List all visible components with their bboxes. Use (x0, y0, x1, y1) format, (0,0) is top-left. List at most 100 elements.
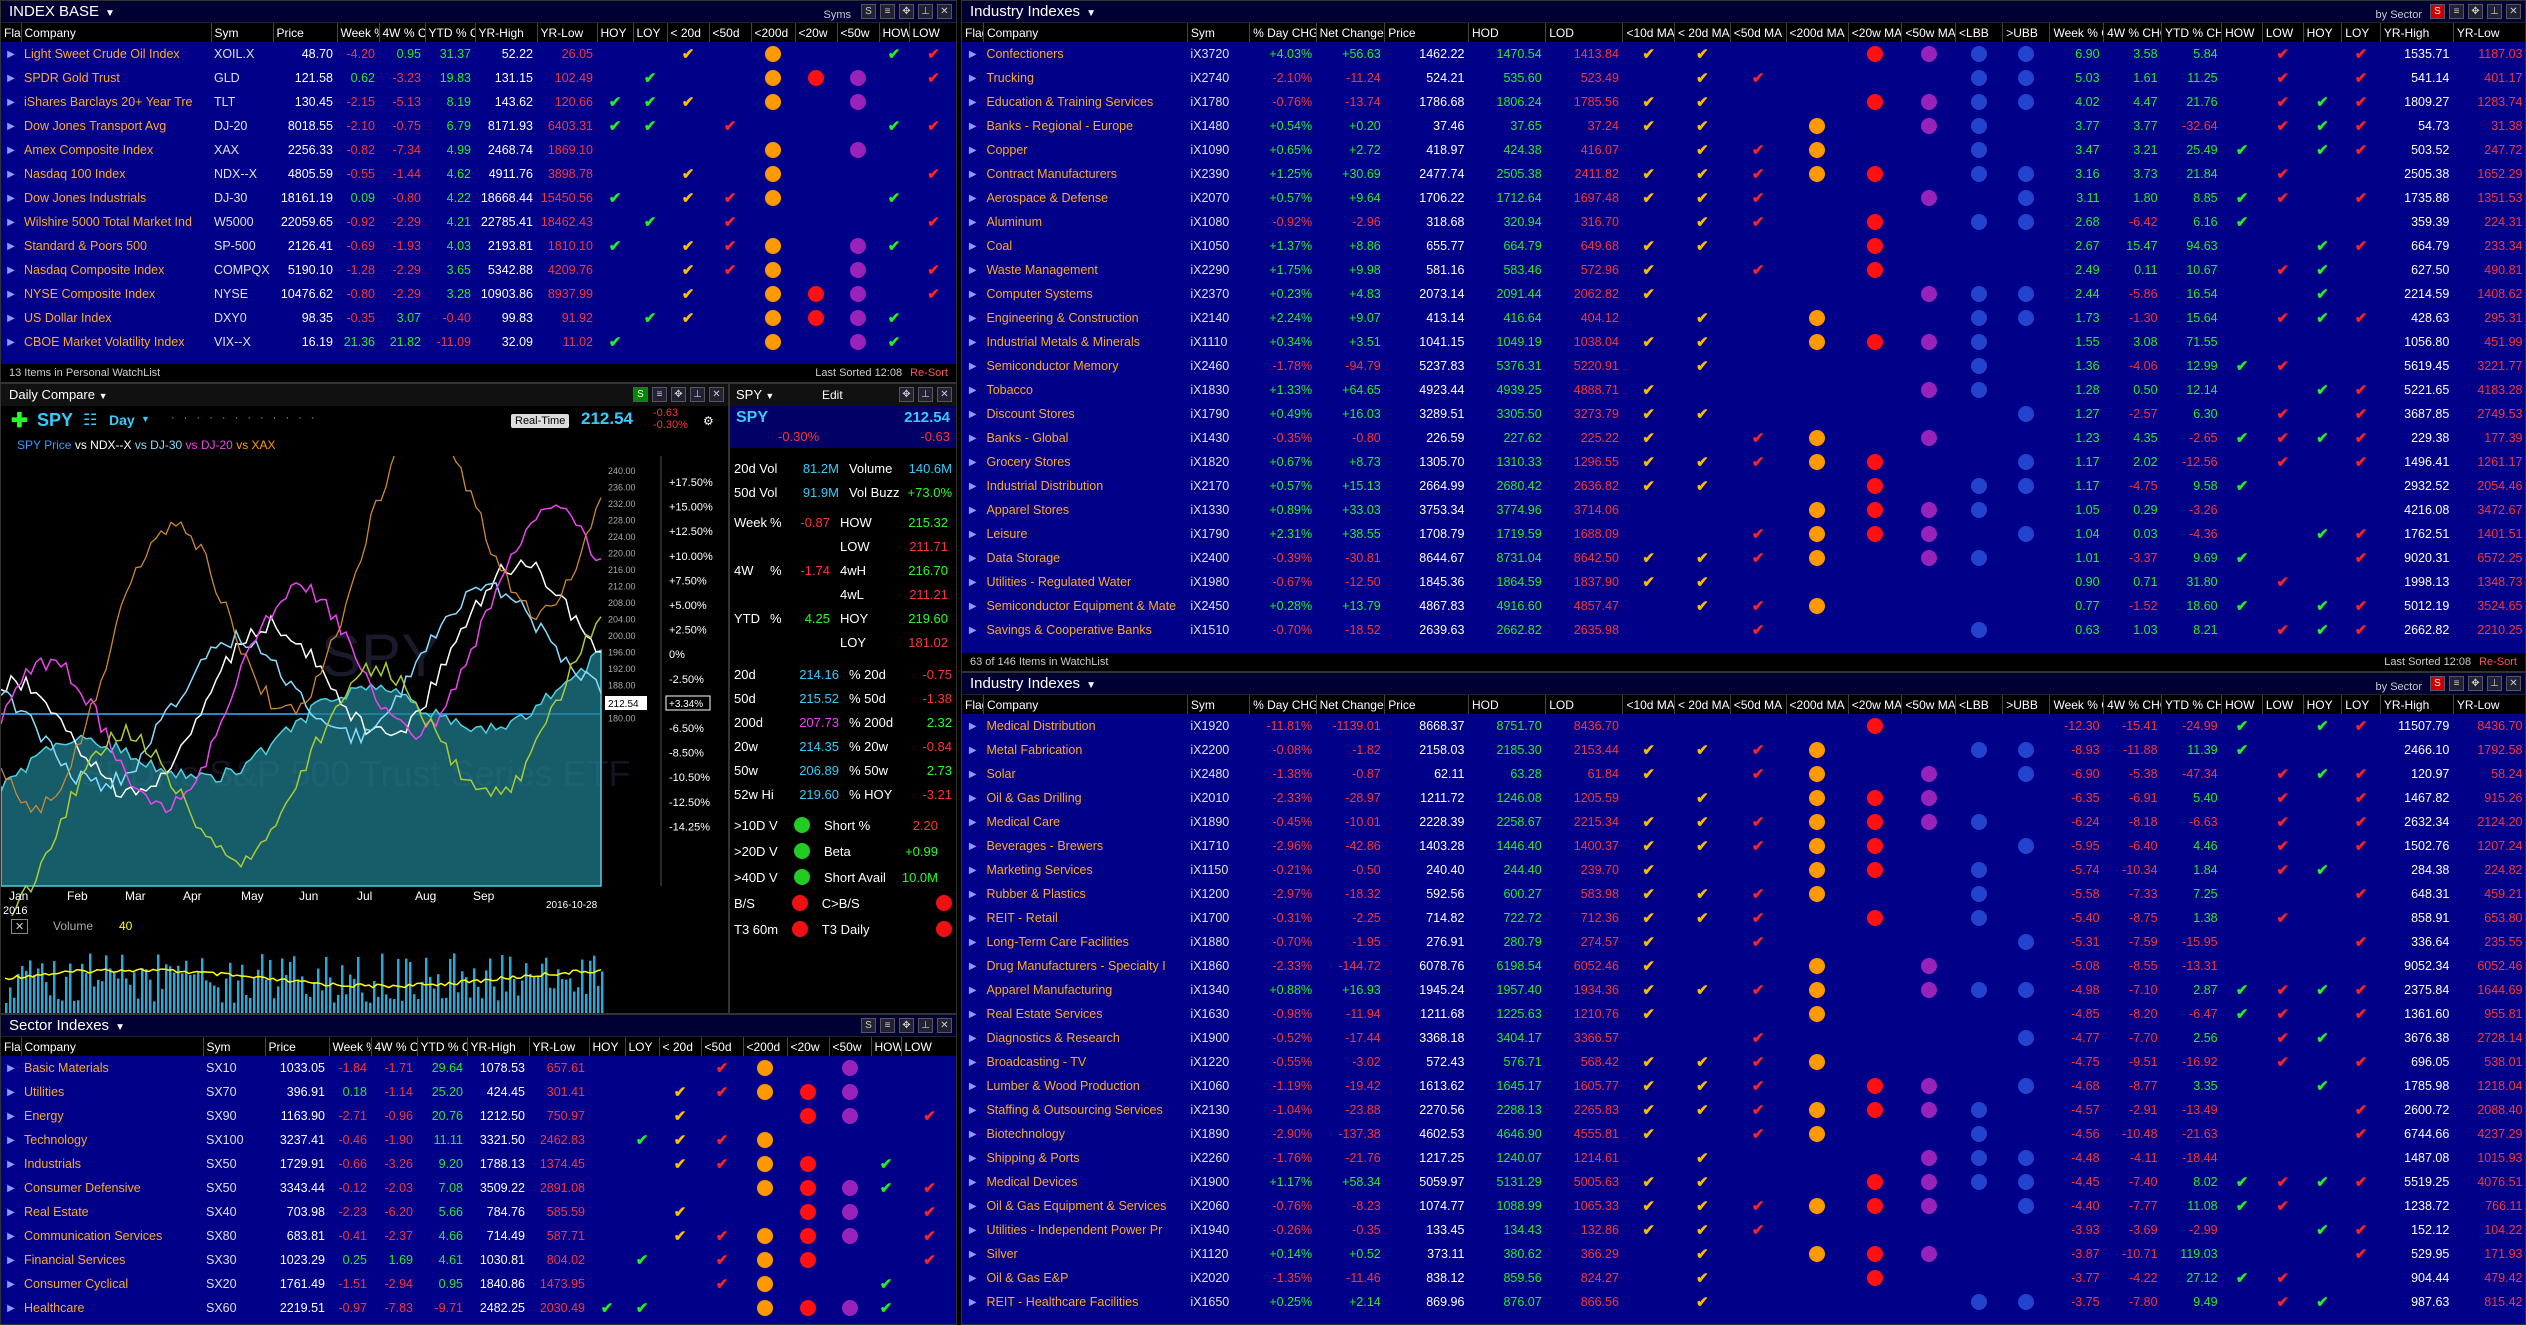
table-row[interactable]: ▶ Lumber & Wood Production iX1060 -1.19% -19… (962, 1074, 2525, 1098)
pin-icon[interactable]: ⊥ (690, 387, 705, 402)
flag-icon[interactable]: ▶ (962, 570, 983, 594)
table-row[interactable]: ▶ Wilshire 5000 Total Market Ind W5000 2205… (1, 210, 956, 234)
company-name[interactable]: Utilities (21, 1080, 203, 1104)
flag-icon[interactable]: ▶ (962, 1194, 983, 1218)
table-row[interactable]: ▶ Confectioners iX3720 +4.03% +56.63 1462.22 1… (962, 42, 2525, 66)
flag-icon[interactable]: ▶ (962, 474, 983, 498)
flag-icon[interactable]: ▶ (962, 954, 983, 978)
company-name[interactable]: Oil & Gas E&P (983, 1266, 1187, 1290)
company-name[interactable]: Banks - Regional - Europe (983, 114, 1187, 138)
column-header[interactable]: HOW (871, 1037, 902, 1056)
company-name[interactable]: Industrial Distribution (983, 474, 1187, 498)
flag-icon[interactable]: ▶ (1, 234, 21, 258)
quote-symbol-tab[interactable]: SPY (736, 387, 762, 402)
company-name[interactable]: Consumer Cyclical (21, 1272, 203, 1296)
company-name[interactable]: Tobacco (983, 378, 1187, 402)
chart-period[interactable]: Day (109, 412, 135, 428)
flag-icon[interactable]: ▶ (1, 114, 21, 138)
table-row[interactable]: ▶ Data Storage iX2400 -0.39% -30.81 8644.67 87… (962, 546, 2525, 570)
flag-icon[interactable]: ▶ (1, 162, 21, 186)
flag-icon[interactable]: ▶ (962, 378, 983, 402)
column-header[interactable]: LOD (1545, 695, 1624, 714)
column-header[interactable]: YTD % CHG (425, 23, 476, 42)
chevron-down-icon[interactable]: ▼ (99, 391, 108, 401)
flag-icon[interactable]: ▶ (962, 1002, 983, 1026)
column-header[interactable]: Company (983, 23, 1188, 42)
flag-icon[interactable]: ▶ (962, 1266, 983, 1290)
flag-icon[interactable]: ▶ (1, 1056, 21, 1080)
flag-icon[interactable]: ▶ (962, 906, 983, 930)
index-base-title-bar[interactable]: INDEX BASE ▼ Syms S ≡ ✥ ⊥ ✕ (1, 1, 956, 23)
flag-icon[interactable]: ▶ (962, 42, 983, 66)
company-name[interactable]: Dow Jones Industrials (21, 186, 211, 210)
company-name[interactable]: Beverages - Brewers (983, 834, 1187, 858)
flag-icon[interactable]: ▶ (1, 210, 21, 234)
company-name[interactable]: Consumer Defensive (21, 1176, 203, 1200)
flag-icon[interactable]: ▶ (962, 498, 983, 522)
flag-icon[interactable]: ▶ (1, 1104, 21, 1128)
table-row[interactable]: ▶ Broadcasting - TV iX1220 -0.55% -3.02 572.4… (962, 1050, 2525, 1074)
add-icon[interactable]: ✚ (11, 408, 28, 433)
flag-icon[interactable]: ▶ (962, 834, 983, 858)
company-name[interactable]: Apparel Stores (983, 498, 1187, 522)
table-row[interactable]: ▶ Oil & Gas Drilling iX2010 -2.33% -28.97 121… (962, 786, 2525, 810)
column-header[interactable]: Price (273, 23, 338, 42)
table-row[interactable]: ▶ Metal Fabrication iX2200 -0.08% -1.82 2158.… (962, 738, 2525, 762)
link-icon[interactable]: S (2430, 676, 2445, 691)
chevron-down-icon[interactable]: ▼ (105, 8, 115, 19)
company-name[interactable]: Aerospace & Defense (983, 186, 1187, 210)
chevron-down-icon[interactable]: ▼ (1086, 680, 1096, 691)
table-row[interactable]: ▶ Standard & Poors 500 SP-500 2126.41 -0.69-… (1, 234, 956, 258)
column-header[interactable]: Company (21, 1037, 204, 1056)
column-header[interactable]: <LBB (1955, 23, 2004, 42)
column-header[interactable]: YR-High (475, 23, 538, 42)
company-name[interactable]: Confectioners (983, 42, 1187, 66)
flag-icon[interactable]: ▶ (962, 1242, 983, 1266)
flag-icon[interactable]: ▶ (1, 1176, 21, 1200)
flag-icon[interactable]: ▶ (962, 306, 983, 330)
table-row[interactable]: ▶ Diagnostics & Research iX1900 -0.52% -17.4… (962, 1026, 2525, 1050)
table-row[interactable]: ▶ Industrials SX50 1729.91 -0.66 -3.26 9.20 178… (1, 1152, 956, 1176)
flag-icon[interactable]: ▶ (962, 1218, 983, 1242)
close-icon[interactable]: ✕ (2506, 4, 2521, 19)
table-row[interactable]: ▶ Long-Term Care Facilities iX1880 -0.70% -1… (962, 930, 2525, 954)
by-sector-label[interactable]: by Sector (2376, 4, 2422, 26)
move-icon[interactable]: ✥ (899, 1018, 914, 1033)
table-row[interactable]: ▶ Solar iX2480 -1.38% -0.87 62.11 63.28 61.84 ✔ ✔… (962, 762, 2525, 786)
column-header[interactable]: <20w MA (1848, 23, 1903, 42)
company-name[interactable]: NYSE Composite Index (21, 282, 211, 306)
company-name[interactable]: Trucking (983, 66, 1187, 90)
column-header[interactable]: Sym (211, 23, 274, 42)
flag-icon[interactable]: ▶ (962, 1098, 983, 1122)
list-icon[interactable]: ≡ (652, 387, 667, 402)
column-header[interactable]: HOD (1468, 695, 1547, 714)
chevron-down-icon[interactable]: ▼ (765, 391, 774, 401)
flag-icon[interactable]: ▶ (1, 90, 21, 114)
company-name[interactable]: Education & Training Services (983, 90, 1187, 114)
column-header[interactable]: % Day CHG (1249, 695, 1317, 714)
column-header[interactable]: HOY (2303, 23, 2343, 42)
column-header[interactable]: < 20d (659, 1037, 702, 1056)
table-row[interactable]: ▶ Dow Jones Industrials DJ-30 18161.19 0.09-… (1, 186, 956, 210)
move-icon[interactable]: ✥ (671, 387, 686, 402)
table-row[interactable]: ▶ Dow Jones Transport Avg DJ-20 8018.55 -2.1… (1, 114, 956, 138)
column-header[interactable]: <50w MA (1901, 695, 1957, 714)
company-name[interactable]: Lumber & Wood Production (983, 1074, 1187, 1098)
flag-icon[interactable]: ▶ (962, 450, 983, 474)
table-row[interactable]: ▶ Industrial Distribution iX2170 +0.57% +15.… (962, 474, 2525, 498)
table-row[interactable]: ▶ Apparel Manufacturing iX1340 +0.88% +16.93… (962, 978, 2525, 1002)
flag-icon[interactable]: ▶ (962, 234, 983, 258)
link-icon[interactable]: S (2430, 4, 2445, 19)
column-header[interactable]: Company (983, 695, 1188, 714)
flag-icon[interactable]: ▶ (962, 1050, 983, 1074)
column-header[interactable]: >UBB (2002, 23, 2051, 42)
table-row[interactable]: ▶ Education & Training Services iX1780 -0.7… (962, 90, 2525, 114)
company-name[interactable]: Silver (983, 1242, 1187, 1266)
column-header[interactable]: < 20d MA (1674, 695, 1731, 714)
table-row[interactable]: ▶ Utilities - Regulated Water iX1980 -0.67%… (962, 570, 2525, 594)
column-header[interactable]: <50d MA (1730, 23, 1787, 42)
table-row[interactable]: ▶ Computer Systems iX2370 +0.23% +4.83 2073.1… (962, 282, 2525, 306)
column-header[interactable]: % Day CHG (1249, 23, 1317, 42)
flag-icon[interactable]: ▶ (962, 66, 983, 90)
column-header[interactable]: LOY (625, 1037, 660, 1056)
